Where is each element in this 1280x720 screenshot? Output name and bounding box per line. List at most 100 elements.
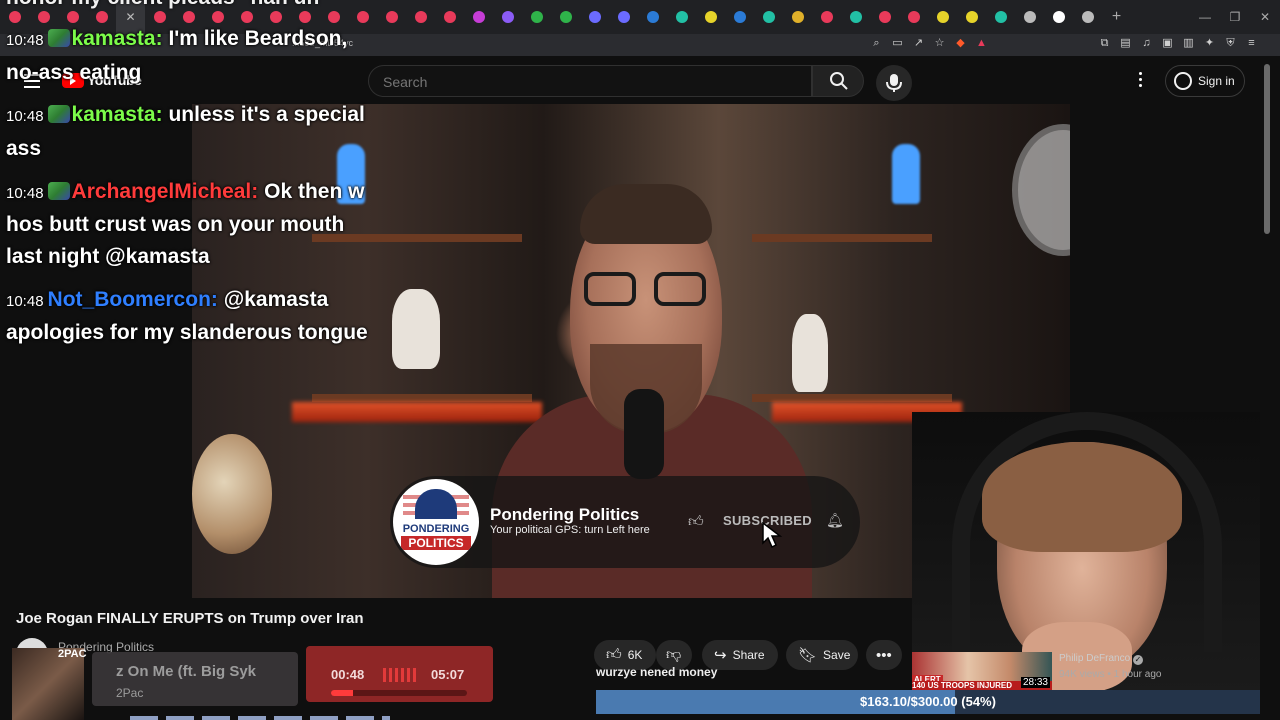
new-tab-icon[interactable]: + bbox=[1102, 0, 1131, 34]
browser-tab[interactable] bbox=[406, 0, 435, 34]
browser-tab[interactable] bbox=[464, 0, 493, 34]
song-artist: 2Pac bbox=[116, 686, 144, 700]
minimize-icon[interactable]: — bbox=[1190, 0, 1220, 34]
voice-search-button[interactable] bbox=[876, 65, 912, 101]
tab-favicon-icon bbox=[617, 11, 630, 23]
search-button[interactable] bbox=[812, 65, 864, 97]
song-progress-bar bbox=[331, 690, 467, 696]
user-badge-icon bbox=[47, 182, 70, 200]
led-strip bbox=[292, 402, 542, 422]
tab-favicon-icon bbox=[675, 11, 688, 23]
player-strip bbox=[130, 716, 390, 720]
chat-timestamp: 10:48 bbox=[6, 108, 44, 125]
channel-logo[interactable]: PONDERING POLITICS bbox=[393, 479, 479, 565]
browser-tab[interactable] bbox=[522, 0, 551, 34]
song-progress-fill bbox=[331, 690, 353, 696]
browser-tab[interactable] bbox=[551, 0, 580, 34]
browser-tab[interactable] bbox=[928, 0, 957, 34]
browser-tab[interactable] bbox=[957, 0, 986, 34]
browser-tab[interactable] bbox=[841, 0, 870, 34]
donation-goal-bar: $163.10/$300.00 (54%) bbox=[596, 690, 1260, 714]
thumbs-up-icon[interactable]: 👍︎ bbox=[688, 513, 708, 531]
browser-tab[interactable] bbox=[609, 0, 638, 34]
browser-tab[interactable] bbox=[638, 0, 667, 34]
lamp-decor bbox=[892, 144, 920, 204]
chat-text: I'm like Beardson, bbox=[168, 27, 348, 50]
search-icon bbox=[830, 72, 848, 90]
more-options-icon[interactable] bbox=[1139, 72, 1143, 90]
window-controls: — ❐ ✕ bbox=[1190, 0, 1280, 34]
page-scrollbar-thumb[interactable] bbox=[1264, 64, 1270, 234]
wallet-icon[interactable]: ▥ bbox=[1182, 37, 1195, 50]
cast-icon[interactable]: ▭ bbox=[891, 37, 904, 50]
tab-favicon-icon bbox=[356, 11, 369, 23]
more-actions-button[interactable]: ••• bbox=[866, 640, 902, 670]
browser-tab[interactable] bbox=[783, 0, 812, 34]
search-input[interactable] bbox=[381, 73, 785, 91]
browser-tab[interactable] bbox=[870, 0, 899, 34]
browser-tab[interactable] bbox=[667, 0, 696, 34]
youtube-header: YouTube Sign in bbox=[0, 56, 1260, 104]
browser-tab[interactable] bbox=[1015, 0, 1044, 34]
browser-tab[interactable] bbox=[1073, 0, 1102, 34]
browser-tab[interactable] bbox=[580, 0, 609, 34]
browser-tab[interactable] bbox=[377, 0, 406, 34]
chat-message: 10:48 kamasta: I'm like Beardson, bbox=[6, 27, 348, 50]
dislike-icon: 👎︎ bbox=[666, 646, 682, 663]
tab-favicon-icon bbox=[907, 11, 920, 23]
overlay-channel-name: Pondering Politics bbox=[490, 505, 640, 524]
browser-tab[interactable] bbox=[348, 0, 377, 34]
page-scrollbar[interactable] bbox=[1260, 56, 1280, 690]
bell-icon[interactable]: 🔔︎ bbox=[826, 512, 844, 530]
tab-favicon-icon bbox=[646, 11, 659, 23]
studio-microphone bbox=[624, 389, 664, 479]
ai-icon[interactable]: ✦ bbox=[1203, 37, 1216, 50]
browser-tab[interactable] bbox=[725, 0, 754, 34]
browser-tab[interactable] bbox=[754, 0, 783, 34]
tab-favicon-icon bbox=[878, 11, 891, 23]
browser-tab[interactable] bbox=[493, 0, 522, 34]
sidebar-icon[interactable]: ▤ bbox=[1119, 37, 1132, 50]
logo-word-2: POLITICS bbox=[401, 536, 471, 550]
album-cover: 2PAC bbox=[12, 648, 87, 720]
like-icon: 👍︎ bbox=[606, 646, 622, 663]
save-button[interactable]: 🔖︎ Save bbox=[786, 640, 858, 670]
tab-favicon-icon bbox=[443, 11, 456, 23]
brave-shield-icon[interactable]: ◆ bbox=[954, 37, 967, 50]
browser-tab[interactable] bbox=[696, 0, 725, 34]
tab-favicon-icon bbox=[559, 11, 572, 23]
media-icon[interactable]: ♫ bbox=[1140, 37, 1153, 50]
tab-favicon-icon bbox=[414, 11, 427, 23]
tab-favicon-icon bbox=[936, 11, 949, 23]
song-title: z On Me (ft. Big Syk bbox=[116, 663, 257, 680]
reader-icon[interactable]: ▣ bbox=[1161, 37, 1174, 50]
tab-favicon-icon bbox=[849, 11, 862, 23]
share-page-icon[interactable]: ↗ bbox=[912, 37, 925, 50]
tab-favicon-icon bbox=[791, 11, 804, 23]
host-hair bbox=[580, 184, 712, 244]
chat-message-cont: last night @kamasta bbox=[6, 245, 210, 268]
donation-goal-text: $163.10/$300.00 (54%) bbox=[860, 694, 996, 709]
browser-tab[interactable] bbox=[435, 0, 464, 34]
browser-tab[interactable] bbox=[1044, 0, 1073, 34]
browser-tab[interactable] bbox=[899, 0, 928, 34]
sign-in-button[interactable]: Sign in bbox=[1165, 65, 1245, 97]
menu-icon[interactable]: ≡ bbox=[1245, 37, 1258, 50]
vpn-icon[interactable]: ⛨ bbox=[1224, 37, 1237, 50]
recommended-channel[interactable]: Philip DeFranco ✓ bbox=[1059, 653, 1143, 665]
close-icon[interactable]: ✕ bbox=[1250, 0, 1280, 34]
shelf bbox=[752, 234, 932, 242]
search-box[interactable] bbox=[368, 65, 812, 97]
recommended-thumbnail[interactable]: ALERT 140 US TROOPS INJURED 28:33 bbox=[912, 652, 1052, 690]
capitol-graphic bbox=[415, 489, 457, 519]
tab-favicon-icon bbox=[1081, 11, 1094, 23]
zoom-icon[interactable]: ⌕ bbox=[870, 37, 883, 50]
song-elapsed: 00:48 bbox=[331, 667, 365, 682]
browser-tab[interactable] bbox=[812, 0, 841, 34]
restore-icon[interactable]: ❐ bbox=[1220, 0, 1250, 34]
bookmark-star-icon[interactable]: ☆ bbox=[933, 37, 946, 50]
brave-rewards-icon[interactable]: ▲ bbox=[975, 37, 988, 50]
extensions-icon[interactable]: ⧉ bbox=[1098, 37, 1111, 50]
browser-tab[interactable] bbox=[986, 0, 1015, 34]
user-avatar-icon bbox=[1174, 72, 1192, 90]
